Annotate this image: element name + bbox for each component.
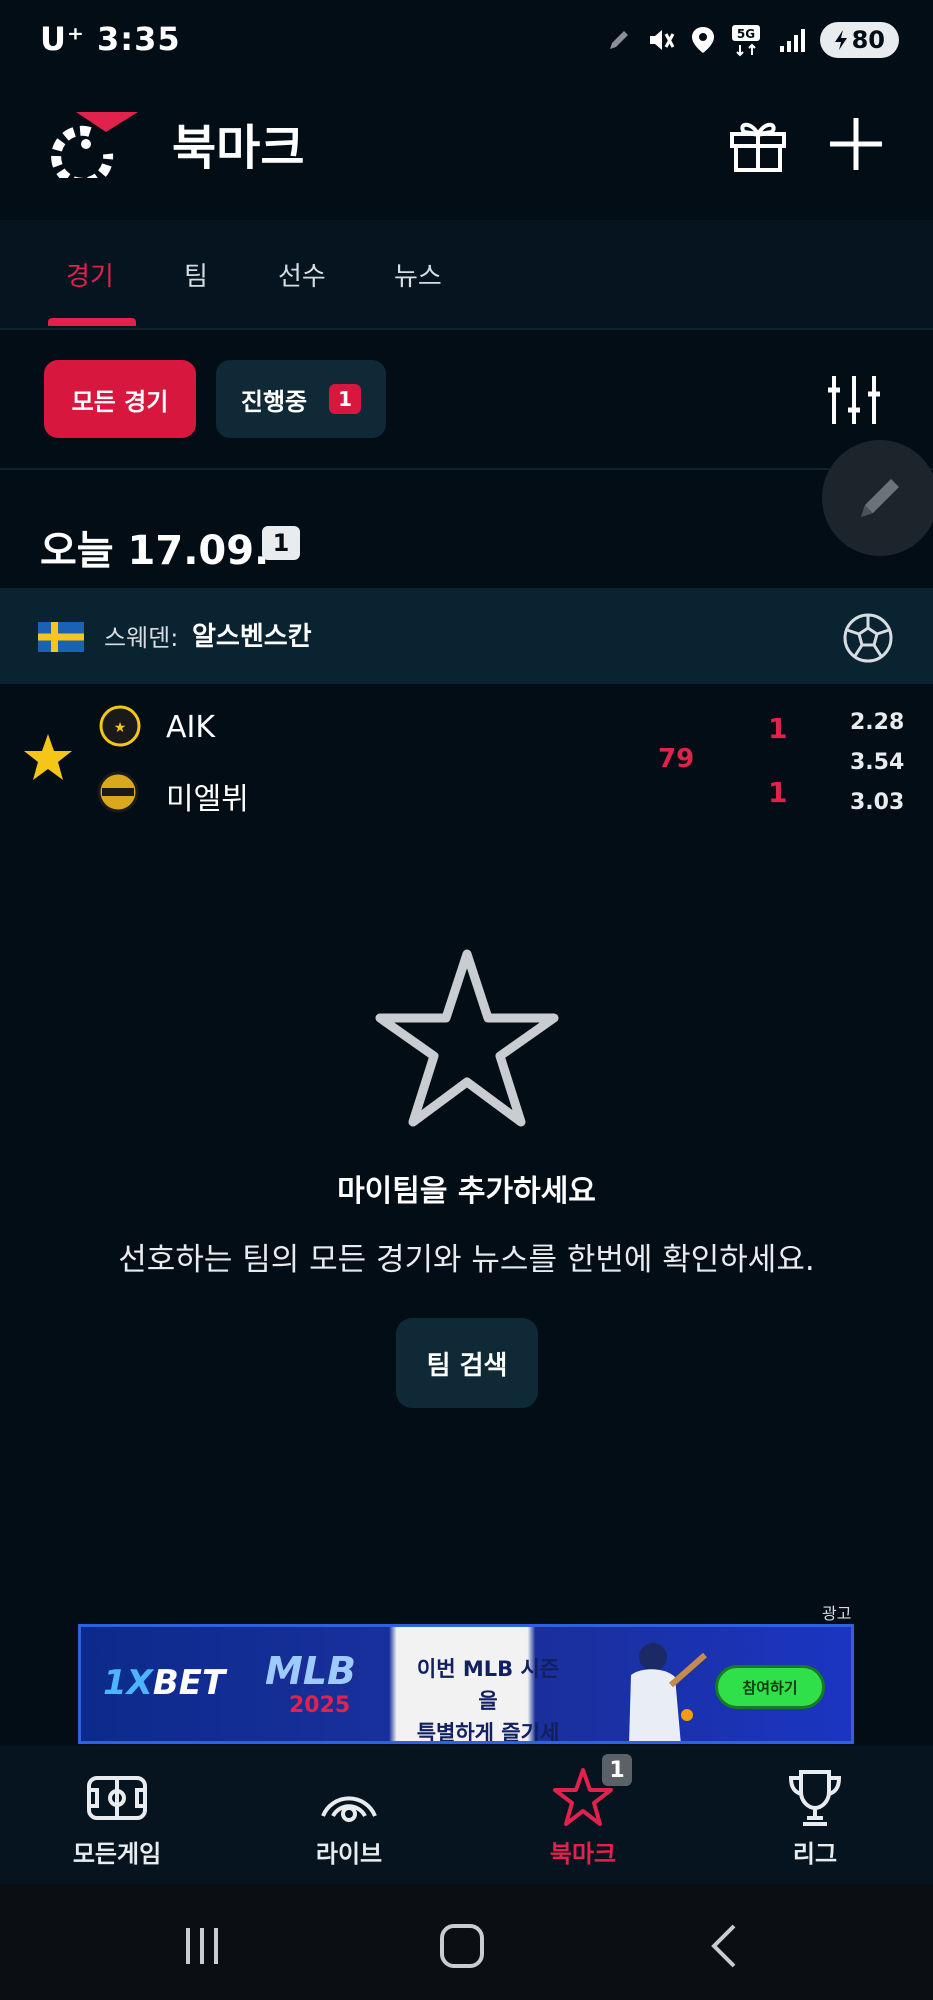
league-country: 스웨덴: [104, 624, 179, 652]
sliders-icon[interactable] [826, 372, 882, 428]
live-signal-icon [321, 1796, 377, 1822]
signal-icon [778, 26, 806, 54]
status-time: U⁺ 3:35 [40, 20, 181, 58]
network-label: 5G [736, 27, 754, 41]
network-icon: 5G [730, 23, 764, 57]
nav-leagues[interactable]: 리그 [730, 1766, 900, 1876]
pencil-icon [861, 479, 899, 517]
empty-state-title: 마이팀을 추가하세요 [337, 1174, 596, 1209]
nav-label: 라이브 [315, 1840, 383, 1868]
filter-live-label: 진행중 [240, 387, 308, 416]
date-heading: 오늘 17.09. [40, 528, 270, 574]
pen-icon [606, 27, 632, 53]
favorite-star-icon[interactable] [22, 732, 74, 784]
battery-level: 80 [851, 26, 885, 54]
nav-live[interactable]: 라이브 [264, 1766, 434, 1876]
app-logo-icon [51, 112, 138, 178]
battery-indicator: 80 [819, 22, 899, 58]
home-team-name: AIK [166, 710, 216, 745]
field-icon [87, 1776, 147, 1820]
team-search-button[interactable]: 팀 검색 [396, 1318, 538, 1408]
soccer-ball-icon [843, 613, 893, 663]
tab-teams[interactable]: 팀 [184, 256, 208, 293]
tab-indicator [48, 318, 136, 326]
recent-apps-icon[interactable] [180, 1924, 224, 1968]
odds-draw: 3.54 [850, 750, 905, 775]
ad-text: 이번 MLB 시즌을 특별하게 즐기세요 [416, 1657, 560, 1744]
ad-banner[interactable]: 1XBET MLB 2025 이번 MLB 시즌을 특별하게 즐기세요 참여하기 [78, 1624, 854, 1744]
match-minute: 79 [658, 744, 695, 774]
trophy-icon [788, 1770, 842, 1826]
date-count-badge: 1 [262, 526, 300, 560]
tab-bar [0, 220, 933, 330]
tab-news[interactable]: 뉴스 [394, 256, 442, 293]
nav-label: 모든게임 [72, 1840, 162, 1868]
league-name: 알스벤스칸 [192, 622, 312, 652]
gift-icon[interactable] [728, 116, 788, 172]
ad-cta-button[interactable]: 참여하기 [715, 1665, 825, 1709]
nav-label: 리그 [792, 1840, 838, 1868]
odds-away: 3.03 [850, 790, 905, 815]
live-count-badge: 1 [329, 384, 362, 414]
mute-icon [646, 25, 676, 55]
home-score: 1 [768, 712, 788, 745]
mjallby-badge-icon [97, 771, 139, 813]
location-icon [690, 25, 716, 55]
tab-players[interactable]: 선수 [278, 256, 326, 293]
odds-home: 2.28 [850, 710, 905, 735]
sweden-flag-icon [38, 622, 84, 652]
baseball-player-icon [629, 1643, 707, 1741]
empty-star-icon [375, 949, 559, 1127]
bookmark-count-badge: 1 [602, 1754, 632, 1786]
nav-bookmarks[interactable]: 북마크 [498, 1766, 668, 1876]
ad-year: 2025 [289, 1693, 351, 1718]
add-icon[interactable] [826, 114, 886, 174]
back-icon[interactable] [704, 1922, 744, 1970]
page-title: 북마크 [172, 120, 305, 176]
empty-state-description: 선호하는 팀의 모든 경기와 뉴스를 한번에 확인하세요. [118, 1242, 815, 1278]
away-score: 1 [768, 776, 788, 809]
tab-matches[interactable]: 경기 [66, 256, 114, 293]
status-icons: 5G 80 [606, 20, 899, 60]
ad-brand: 1XBET [103, 1663, 226, 1703]
divider [0, 468, 933, 470]
nav-label: 북마크 [549, 1840, 617, 1868]
filter-live-button[interactable]: 진행중 1 [216, 360, 386, 438]
nav-all-games[interactable]: 모든게임 [32, 1766, 202, 1876]
ad-league-logo: MLB [265, 1649, 356, 1693]
edit-button[interactable] [822, 440, 933, 556]
home-icon[interactable] [438, 1922, 486, 1970]
aik-badge-icon: ★ [99, 705, 141, 747]
svg-text:★: ★ [114, 720, 127, 736]
ad-label: 광고 [822, 1604, 852, 1623]
filter-all-matches-button[interactable]: 모든 경기 [44, 360, 196, 438]
away-team-name: 미엘뷔 [166, 782, 249, 817]
